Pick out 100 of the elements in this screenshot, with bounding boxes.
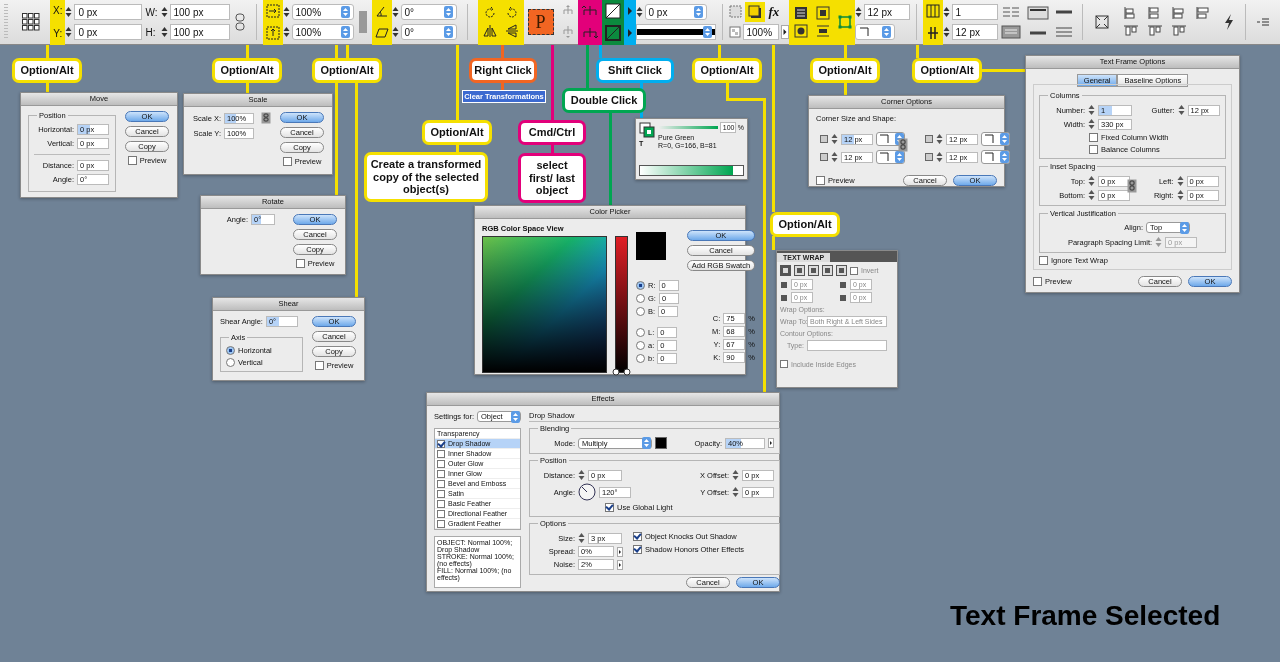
wrap-bounding-box-icon[interactable] (815, 6, 830, 20)
arrow-right-icon[interactable] (626, 5, 633, 16)
text-field[interactable]: 1 (951, 4, 998, 20)
dropdown-arrow-icon (1180, 221, 1189, 234)
text-field[interactable]: 100 px (169, 24, 230, 40)
callout-label: Option/Alt (810, 58, 880, 83)
columns-icon[interactable] (925, 3, 940, 18)
arrow-right-icon[interactable] (626, 28, 633, 39)
reference-point-button[interactable]: P (527, 9, 554, 35)
color-field[interactable] (482, 236, 607, 373)
stepper-icon[interactable] (1176, 189, 1184, 201)
stepper-icon[interactable] (1088, 104, 1095, 116)
chain-link-icon[interactable] (898, 138, 908, 152)
stepper-icon[interactable] (1177, 104, 1185, 116)
corner-shape-dropdown[interactable] (876, 150, 905, 164)
arrow-right-icon[interactable] (768, 438, 775, 448)
corner-shape-dropdown[interactable] (854, 24, 895, 40)
distribute-icon[interactable] (1122, 24, 1139, 38)
shadow-color-swatch[interactable] (655, 437, 668, 449)
rotate-counterclockwise-icon[interactable] (504, 6, 519, 20)
stepper-icon[interactable] (578, 469, 586, 481)
text-field[interactable]: 12 px (951, 24, 998, 40)
slider-thumb[interactable] (612, 368, 631, 376)
callout-label: Shift Click (596, 58, 674, 83)
opacity-icon (728, 26, 741, 38)
chain-link-icon[interactable] (1127, 179, 1137, 193)
dropdown[interactable]: 0 px (644, 4, 707, 20)
frame-layout-icon[interactable] (1000, 24, 1021, 39)
align-icon[interactable] (1170, 6, 1187, 20)
stepper-icon[interactable] (1088, 175, 1095, 187)
span-columns-icon[interactable] (1026, 5, 1049, 20)
dropdown-arrow-icon (642, 437, 652, 449)
stepper-icon[interactable] (936, 133, 943, 145)
distribute-icon[interactable] (1170, 24, 1187, 38)
text-field[interactable]: 100% (742, 24, 779, 40)
fit-frame-icon[interactable] (1093, 14, 1110, 30)
dropdown[interactable]: 0° (400, 24, 457, 40)
wrap-mode-icon[interactable] (836, 265, 847, 276)
wrap-mode-icon[interactable] (780, 265, 791, 276)
rotate-clockwise-icon[interactable] (482, 6, 497, 20)
stepper-icon[interactable] (1088, 118, 1095, 130)
wrap-jump-icon[interactable] (815, 24, 830, 38)
stepper-icon[interactable] (1176, 175, 1184, 187)
stepper-icon[interactable] (732, 469, 740, 481)
text-field[interactable]: 100 px (169, 4, 230, 20)
wrap-shape-icon[interactable] (793, 24, 808, 38)
wrap-mode-icon[interactable] (822, 265, 833, 276)
corner-shape-dropdown[interactable] (981, 150, 1010, 164)
caption-text: Text Frame Selected (950, 600, 1221, 632)
arrow-right-icon[interactable] (617, 559, 624, 570)
panel-menu-icon[interactable] (1257, 17, 1269, 27)
select-next-icon[interactable] (580, 26, 599, 41)
shear-angle-icon[interactable] (374, 26, 389, 41)
corner-shape-dropdown[interactable] (876, 132, 905, 146)
wrap-mode-icon[interactable] (808, 265, 819, 276)
dropdown-arrow-icon (443, 6, 453, 18)
fill-stroke-icon[interactable] (639, 122, 655, 138)
arrow-right-icon[interactable] (780, 25, 789, 39)
dropdown[interactable]: 100% (291, 24, 354, 40)
chain-link-icon[interactable] (261, 112, 271, 124)
stepper-icon[interactable] (831, 133, 838, 145)
stepper-icon[interactable] (831, 151, 838, 163)
callout-label: Option/Alt (912, 58, 982, 83)
stepper-icon[interactable] (578, 532, 586, 544)
text-field[interactable]: 0 px (74, 4, 143, 20)
field-label: X: (53, 5, 63, 17)
field-label: Y: (53, 27, 63, 39)
distribute-icon[interactable] (1146, 24, 1163, 38)
fill-swatch-icon[interactable] (604, 2, 621, 19)
select-previous-icon[interactable] (580, 3, 599, 18)
arrow-right-icon[interactable] (617, 546, 624, 557)
flip-horizontal-icon[interactable] (482, 24, 497, 38)
field-label: H: (145, 26, 157, 38)
corner-shape-dropdown[interactable] (981, 132, 1010, 146)
angle-dial-icon[interactable] (578, 483, 597, 501)
effects-button[interactable]: fx (766, 4, 782, 20)
wrap-mode-icon[interactable] (794, 265, 805, 276)
callout-label: Cmd/Ctrl (518, 120, 586, 145)
lightning-icon[interactable] (1224, 14, 1234, 30)
stroke-type-dropdown[interactable] (635, 24, 716, 40)
offset-icon (780, 279, 788, 290)
text-field[interactable]: 12 px (863, 4, 910, 20)
dropdown-arrow-icon (443, 26, 453, 38)
chain-link-icon[interactable] (234, 13, 245, 31)
dropdown[interactable]: 0° (400, 4, 457, 20)
stroke-swatch-icon[interactable] (604, 25, 621, 42)
color-swatch (636, 232, 666, 260)
gutter-icon[interactable] (925, 26, 940, 41)
dropdown[interactable]: 100% (291, 4, 354, 20)
align-icon[interactable] (1194, 6, 1211, 20)
stepper-icon[interactable] (936, 151, 943, 163)
flip-vertical-icon[interactable] (504, 24, 519, 38)
stepper-icon[interactable] (732, 486, 740, 498)
corner-icon (925, 135, 933, 143)
tint-slider[interactable] (658, 126, 718, 129)
wrap-none-icon[interactable] (793, 6, 808, 20)
text-field[interactable]: 0 px (74, 24, 143, 40)
dropdown-arrow-icon (511, 410, 521, 423)
reference-point-icon[interactable] (22, 13, 40, 31)
stepper-icon[interactable] (1088, 189, 1095, 201)
